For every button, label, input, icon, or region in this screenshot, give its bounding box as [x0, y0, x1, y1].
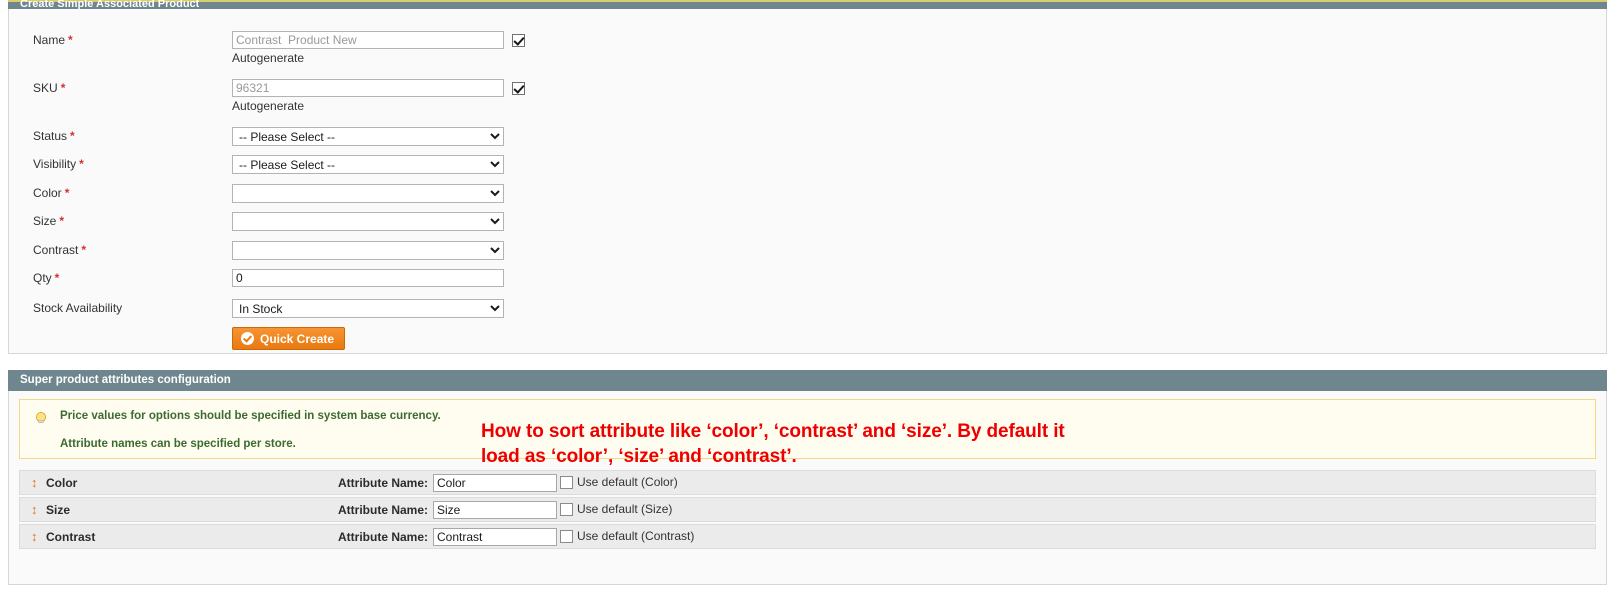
control-color — [232, 184, 504, 203]
label-stock-availability: Stock Availability — [33, 301, 123, 315]
required-marker: * — [64, 186, 70, 200]
field-row-size: Size * — [9, 212, 1606, 240]
label-name-text: Name — [33, 33, 66, 47]
qty-input[interactable] — [232, 269, 504, 287]
name-autogenerate-checkbox[interactable] — [512, 33, 526, 47]
attribute-name-input[interactable] — [433, 501, 557, 519]
use-default-checkbox[interactable] — [560, 475, 573, 489]
control-stock-availability: In Stock — [232, 299, 504, 318]
attribute-name-input[interactable] — [433, 474, 557, 492]
quick-create-panel: Create Simple Associated Product Name* A… — [8, 0, 1607, 354]
required-marker: * — [60, 81, 66, 95]
required-marker: * — [59, 214, 65, 228]
use-default-group[interactable]: Use default (Color) — [560, 475, 678, 489]
stock-availability-select[interactable]: In Stock — [232, 299, 504, 318]
required-marker: * — [68, 33, 73, 47]
use-default-label: Use default (Color) — [577, 475, 678, 489]
field-row-contrast: Contrast * — [9, 241, 1606, 269]
field-row-visibility: Visibility * -- Please Select -- — [9, 155, 1606, 183]
field-row-name: Name* Autogenerate — [9, 31, 1606, 65]
table-row[interactable]: ↕ Size Attribute Name: Use default (Size… — [19, 497, 1596, 522]
field-row-sku: SKU* Autogenerate — [9, 79, 1606, 113]
status-select[interactable]: -- Please Select -- — [232, 127, 504, 146]
super-attributes-panel-title: Super product attributes configuration — [8, 370, 1607, 391]
sku-input[interactable] — [232, 79, 504, 97]
label-color-text: Color — [33, 186, 62, 200]
use-default-checkbox[interactable] — [560, 502, 573, 516]
attribute-title: Color — [46, 476, 78, 490]
label-status: Status * — [33, 129, 75, 143]
required-marker: * — [54, 271, 60, 285]
control-contrast — [232, 241, 504, 260]
control-size — [232, 212, 504, 231]
field-row-stock-availability: Stock Availability In Stock — [9, 299, 1606, 327]
label-color: Color * — [33, 186, 69, 200]
label-name: Name * — [33, 33, 73, 47]
use-default-checkbox[interactable] — [560, 529, 573, 543]
control-sku — [232, 79, 526, 97]
label-contrast-text: Contrast — [33, 243, 79, 257]
drag-vertical-icon[interactable]: ↕ — [31, 502, 38, 518]
super-attributes-body: Price values for options should be speci… — [8, 391, 1607, 585]
contrast-select[interactable] — [232, 241, 504, 260]
table-row[interactable]: ↕ Color Attribute Name: Use default (Col… — [19, 470, 1596, 495]
lightbulb-icon — [35, 412, 47, 423]
attribute-title: Size — [46, 503, 71, 517]
control-visibility: -- Please Select -- — [232, 155, 504, 174]
required-marker: * — [81, 243, 87, 257]
size-select[interactable] — [232, 212, 504, 231]
field-row-status: Status * -- Please Select -- — [9, 127, 1606, 155]
color-select[interactable] — [232, 184, 504, 203]
label-size-text: Size — [33, 214, 57, 228]
attribute-name-label: Attribute Name: — [338, 530, 429, 544]
required-marker: * — [79, 157, 84, 171]
label-sku: SKU * — [33, 81, 65, 95]
quick-create-button[interactable]: Quick Create — [232, 327, 346, 350]
attribute-name-input[interactable] — [433, 528, 557, 546]
label-qty-text: Qty — [33, 271, 52, 285]
control-qty — [232, 269, 504, 287]
control-status: -- Please Select -- — [232, 127, 504, 146]
visibility-select[interactable]: -- Please Select -- — [232, 155, 504, 174]
label-sku-text: SKU — [33, 81, 58, 95]
quick-create-form: Name* Autogenerate SKU* Autogenerate Sta… — [8, 9, 1607, 354]
drag-vertical-icon[interactable]: ↕ — [31, 475, 38, 491]
label-visibility: Visibility * — [33, 157, 84, 171]
label-status-text: Status — [33, 129, 68, 143]
label-contrast: Contrast * — [33, 243, 86, 257]
label-qty: Qty * — [33, 271, 59, 285]
label-visibility-text: Visibility — [33, 157, 77, 171]
field-row-qty: Qty * — [9, 269, 1606, 297]
super-attributes-panel: Super product attributes configuration P… — [8, 370, 1607, 585]
check-circle-icon — [241, 332, 254, 345]
quick-create-panel-header: Create Simple Associated Product — [8, 0, 1607, 10]
name-autogenerate-label: Autogenerate — [232, 51, 305, 65]
control-name — [232, 31, 526, 49]
use-default-group[interactable]: Use default (Size) — [560, 502, 672, 516]
attribute-title: Contrast — [46, 530, 96, 544]
table-row[interactable]: ↕ Contrast Attribute Name: Use default (… — [19, 524, 1596, 549]
use-default-group[interactable]: Use default (Contrast) — [560, 529, 694, 543]
field-row-color: Color * — [9, 184, 1606, 212]
sku-autogenerate-label: Autogenerate — [232, 99, 305, 113]
required-marker: * — [70, 129, 75, 143]
use-default-label: Use default (Size) — [577, 502, 673, 516]
drag-vertical-icon[interactable]: ↕ — [31, 529, 38, 545]
attribute-name-label: Attribute Name: — [338, 503, 429, 517]
quick-create-button-label: Quick Create — [260, 331, 335, 346]
annotation-text: How to sort attribute like ‘color’, ‘con… — [481, 421, 1065, 467]
name-input[interactable] — [232, 31, 504, 49]
use-default-label: Use default (Contrast) — [577, 529, 695, 543]
attribute-name-label: Attribute Name: — [338, 476, 429, 490]
sku-autogenerate-checkbox[interactable] — [512, 81, 526, 95]
attribute-rows-list: ↕ Color Attribute Name: Use default (Col… — [19, 470, 1596, 551]
label-size: Size * — [33, 214, 64, 228]
